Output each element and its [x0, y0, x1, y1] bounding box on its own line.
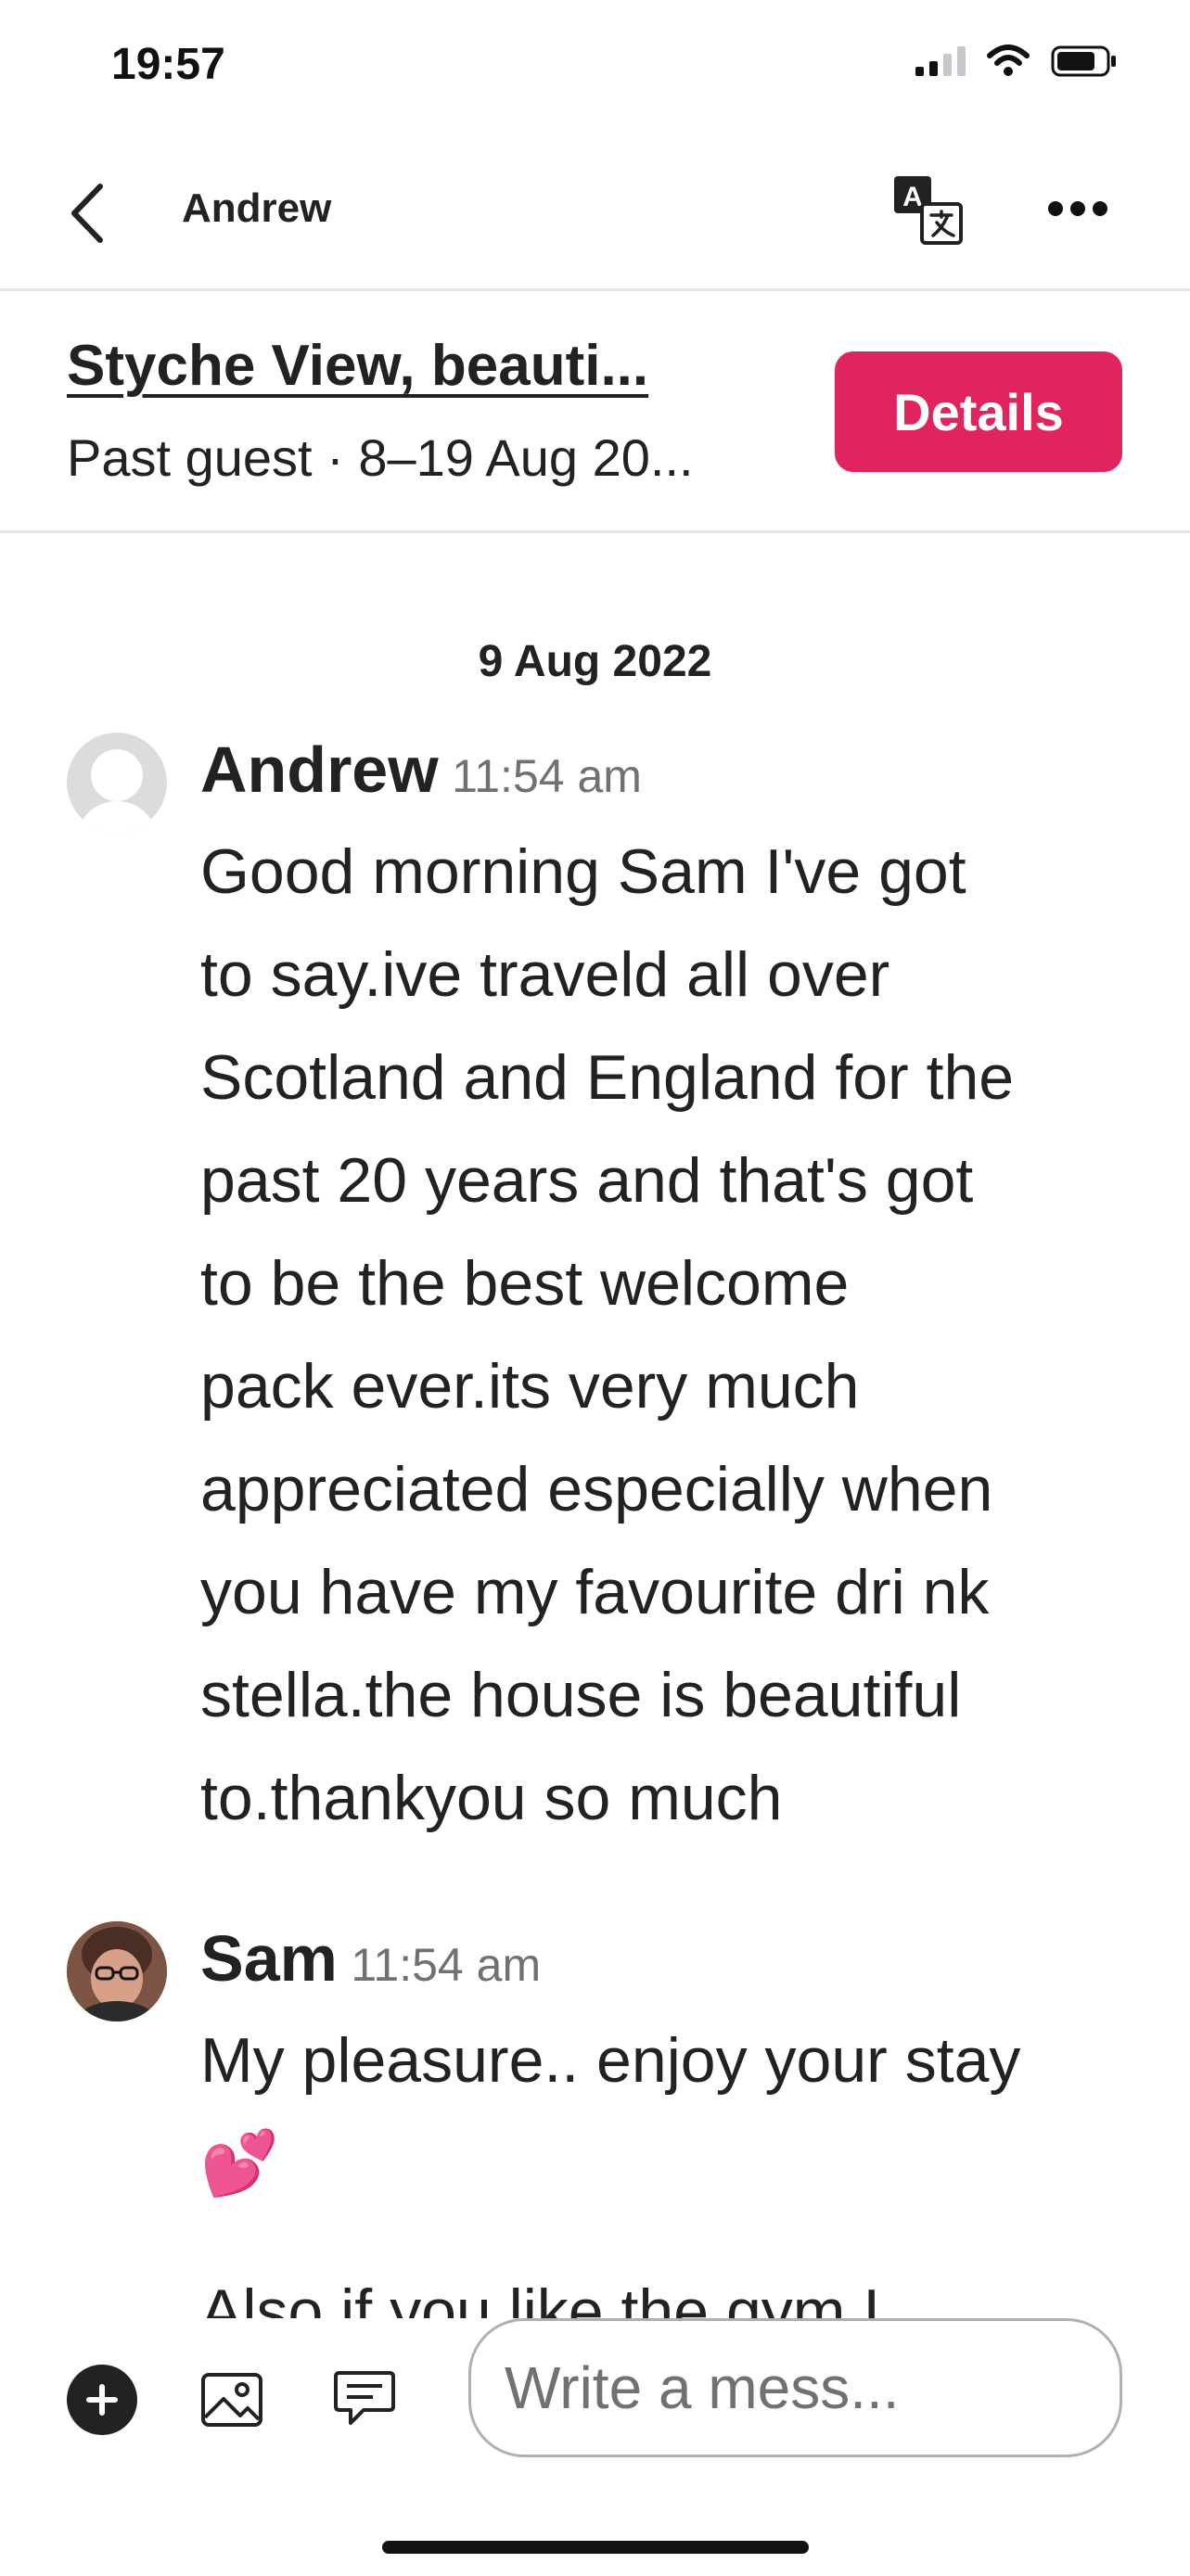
- avatar-placeholder[interactable]: [67, 733, 167, 833]
- nav-header: Andrew A: [0, 139, 1190, 287]
- more-options-button[interactable]: [1048, 185, 1132, 232]
- listing-subtitle: Past guest · 8–19 Aug 20...: [67, 428, 694, 487]
- message-time: 11:54 am: [452, 750, 642, 802]
- image-icon: [201, 2373, 262, 2427]
- photo-button[interactable]: [197, 2365, 267, 2435]
- quick-reply-button[interactable]: [329, 2365, 400, 2435]
- conversation-title: Andrew: [182, 185, 332, 231]
- more-icon: [1048, 201, 1063, 216]
- home-indicator[interactable]: [382, 2541, 809, 2554]
- listing-title-link[interactable]: Styche View, beauti...: [67, 333, 781, 399]
- listing-divider: [0, 530, 1190, 533]
- translate-button[interactable]: A: [890, 172, 965, 247]
- listing-summary: Styche View, beauti... Past guest · 8–19…: [0, 290, 1190, 531]
- add-button[interactable]: [67, 2365, 137, 2435]
- svg-text:A: A: [902, 182, 923, 212]
- add-icon: [86, 2384, 118, 2416]
- sender-name: Sam: [200, 1922, 338, 1995]
- status-bar: 19:57: [0, 0, 1190, 139]
- back-chevron-icon: [71, 184, 103, 243]
- message-text: Good morning Sam I've got to say.ive tra…: [200, 836, 1015, 1833]
- message-composer: [0, 2318, 1190, 2485]
- translate-icon: A: [894, 176, 963, 245]
- date-separator: 9 Aug 2022: [478, 637, 712, 686]
- message-header: Andrew 11:54 am: [200, 733, 642, 807]
- back-button[interactable]: [67, 176, 122, 250]
- message-header: Sam 11:54 am: [200, 1921, 541, 1996]
- wifi-icon: [987, 45, 1030, 76]
- partial-message-text: Also if you like the gym I: [200, 2276, 881, 2318]
- status-time: 19:57: [111, 40, 225, 89]
- details-button[interactable]: Details: [835, 351, 1122, 472]
- message-time: 11:54 am: [351, 1939, 542, 1991]
- message-input[interactable]: [468, 2318, 1122, 2457]
- cellular-signal-icon: [915, 46, 966, 76]
- user-photo-icon: [67, 1921, 167, 2021]
- quick-reply-icon: [334, 2371, 395, 2425]
- chat-screen: 19:57 Andrew A Styche View, beauti... Pa…: [0, 0, 1190, 2576]
- message-text: My pleasure.. enjoy your stay 💕: [200, 2025, 1021, 2199]
- default-avatar-icon: [67, 733, 167, 833]
- battery-icon: [1051, 45, 1116, 77]
- avatar-photo[interactable]: [67, 1921, 167, 2021]
- sender-name: Andrew: [200, 733, 439, 806]
- status-icons: [915, 45, 1118, 78]
